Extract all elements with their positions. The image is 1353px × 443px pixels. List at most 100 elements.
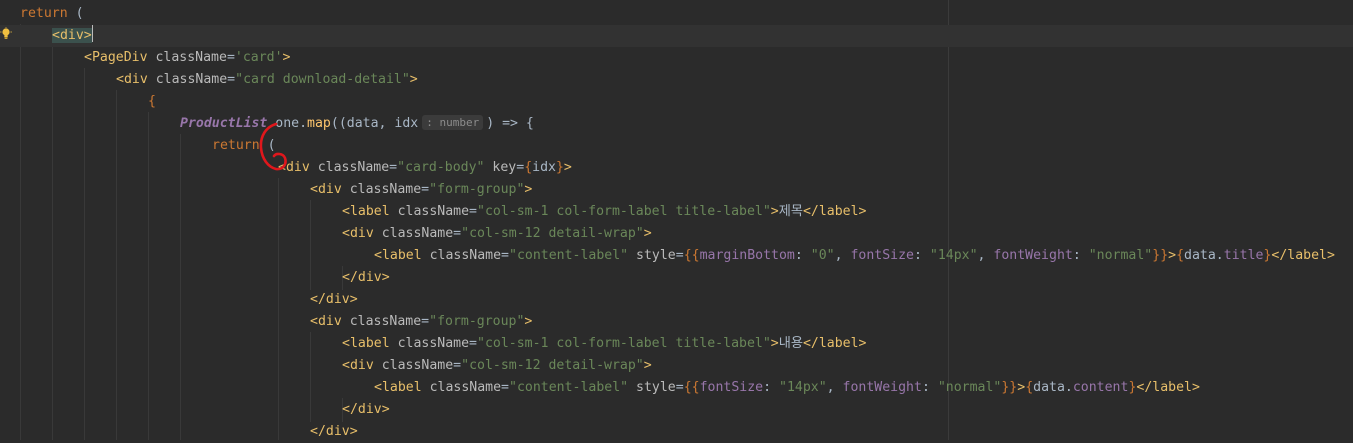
intention-bulb-icon[interactable]	[0, 27, 12, 41]
code-token: (	[267, 138, 276, 153]
code-token: =	[469, 204, 477, 219]
code-token: 'card'	[234, 50, 283, 65]
code-line[interactable]: {	[0, 91, 1353, 113]
code-line[interactable]: <label className="content-label" style={…	[0, 245, 1353, 267]
code-token: {	[1025, 380, 1034, 395]
code-token: className	[397, 204, 470, 219]
code-token: >	[1017, 380, 1026, 395]
code-token: =	[469, 336, 477, 351]
code-token: fontSize	[699, 380, 764, 395]
code-token: }	[555, 160, 564, 175]
code-token: <div	[310, 314, 350, 329]
code-line[interactable]: <div className="form-group">	[0, 311, 1353, 333]
type-inlay-hint: : number	[422, 115, 484, 130]
code-line[interactable]: <label className="content-label" style={…	[0, 377, 1353, 399]
code-token: "col-sm-12 detail-wrap"	[461, 226, 644, 241]
code-token: ) => {	[486, 116, 534, 131]
code-token: {	[1176, 248, 1185, 263]
code-line[interactable]: <div className="form-group">	[0, 179, 1353, 201]
code-token: style	[628, 248, 676, 263]
code-token: marginBottom	[699, 248, 795, 263]
code-token: "content-label"	[509, 248, 629, 263]
code-token: </label>	[802, 336, 867, 351]
code-token: "form-group"	[429, 182, 525, 197]
code-token: <label	[342, 204, 398, 219]
code-token: ,	[977, 248, 994, 263]
code-token: ,	[834, 248, 851, 263]
code-token: "0"	[810, 248, 835, 263]
code-token: 제목	[778, 204, 803, 219]
code-token: :	[921, 380, 938, 395]
code-token: <label	[342, 336, 398, 351]
code-line[interactable]: return (	[0, 3, 1353, 25]
code-token: className	[381, 226, 454, 241]
code-token: >	[524, 182, 533, 197]
code-token: "normal"	[937, 380, 1002, 395]
code-line[interactable]: <div className="card-body" key={idx}>	[0, 157, 1353, 179]
code-token: >	[770, 336, 779, 351]
code-token: =	[453, 358, 462, 373]
code-token: {{	[683, 380, 700, 395]
code-token: "card-body"	[397, 160, 485, 175]
code-line[interactable]: </div>	[0, 267, 1353, 289]
code-token: className	[317, 160, 390, 175]
code-line[interactable]: <div>	[0, 25, 1353, 47]
code-token: </label>	[1136, 380, 1200, 395]
code-token: className	[155, 50, 227, 65]
code-token: "normal"	[1088, 248, 1153, 263]
code-token: "card download-detail"	[235, 72, 410, 87]
code-token: "14px"	[929, 248, 978, 263]
code-token: </div>	[310, 424, 358, 439]
code-token: {{	[683, 248, 700, 263]
code-token: }}	[1001, 380, 1018, 395]
code-line[interactable]: ProductList.one.map((data, idx: number) …	[0, 113, 1353, 135]
code-token: return	[20, 6, 76, 21]
code-line[interactable]: </div>	[0, 399, 1353, 421]
code-token: <div	[310, 182, 350, 197]
code-token: .one.	[267, 116, 308, 131]
code-token: content	[1072, 380, 1129, 395]
code-token: "col-sm-1 col-form-label title-label"	[477, 204, 771, 219]
code-token: "form-group"	[429, 314, 525, 329]
code-line[interactable]: </div>	[0, 289, 1353, 311]
code-token: "content-label"	[509, 380, 629, 395]
code-line[interactable]: <label className="col-sm-1 col-form-labe…	[0, 333, 1353, 355]
code-token: <div	[278, 160, 318, 175]
code-token: =	[501, 380, 509, 395]
code-token: fontWeight	[842, 380, 922, 395]
code-token: <div	[342, 358, 382, 373]
code-line[interactable]: <PageDiv className='card'>	[0, 47, 1353, 69]
code-token: <div>	[52, 28, 92, 43]
code-token: =	[675, 248, 684, 263]
code-line[interactable]: <div className="col-sm-12 detail-wrap">	[0, 223, 1353, 245]
code-token: <label	[374, 248, 430, 263]
code-token: =	[421, 314, 430, 329]
code-token: =	[453, 226, 462, 241]
code-token: =	[501, 248, 509, 263]
code-token: {	[524, 160, 533, 175]
code-editor[interactable]: return (<div> <PageDiv className='card'> <…	[0, 0, 1353, 440]
code-token: =	[516, 160, 525, 175]
code-token: <label	[374, 380, 430, 395]
code-token: "col-sm-1 col-form-label title-label"	[477, 336, 771, 351]
code-token: className	[429, 248, 502, 263]
code-token: >	[1168, 248, 1177, 263]
code-line[interactable]: return (	[0, 135, 1353, 157]
code-token: style	[628, 380, 676, 395]
code-line[interactable]: <div className="col-sm-12 detail-wrap">	[0, 355, 1353, 377]
code-token: 내용	[778, 336, 803, 351]
text-caret	[91, 25, 93, 42]
code-token: fontWeight	[993, 248, 1073, 263]
code-token: >	[643, 226, 652, 241]
code-token: >	[643, 358, 652, 373]
code-token: </label>	[802, 204, 867, 219]
code-token: className	[381, 358, 454, 373]
code-token: return	[212, 138, 268, 153]
code-token: >	[770, 204, 779, 219]
code-token: :	[914, 248, 930, 263]
code-token: fontSize	[850, 248, 914, 263]
code-token: =	[227, 72, 236, 87]
code-token: >	[409, 72, 418, 87]
code-line[interactable]: <div className="card download-detail">	[0, 69, 1353, 91]
code-line[interactable]: <label className="col-sm-1 col-form-labe…	[0, 201, 1353, 223]
